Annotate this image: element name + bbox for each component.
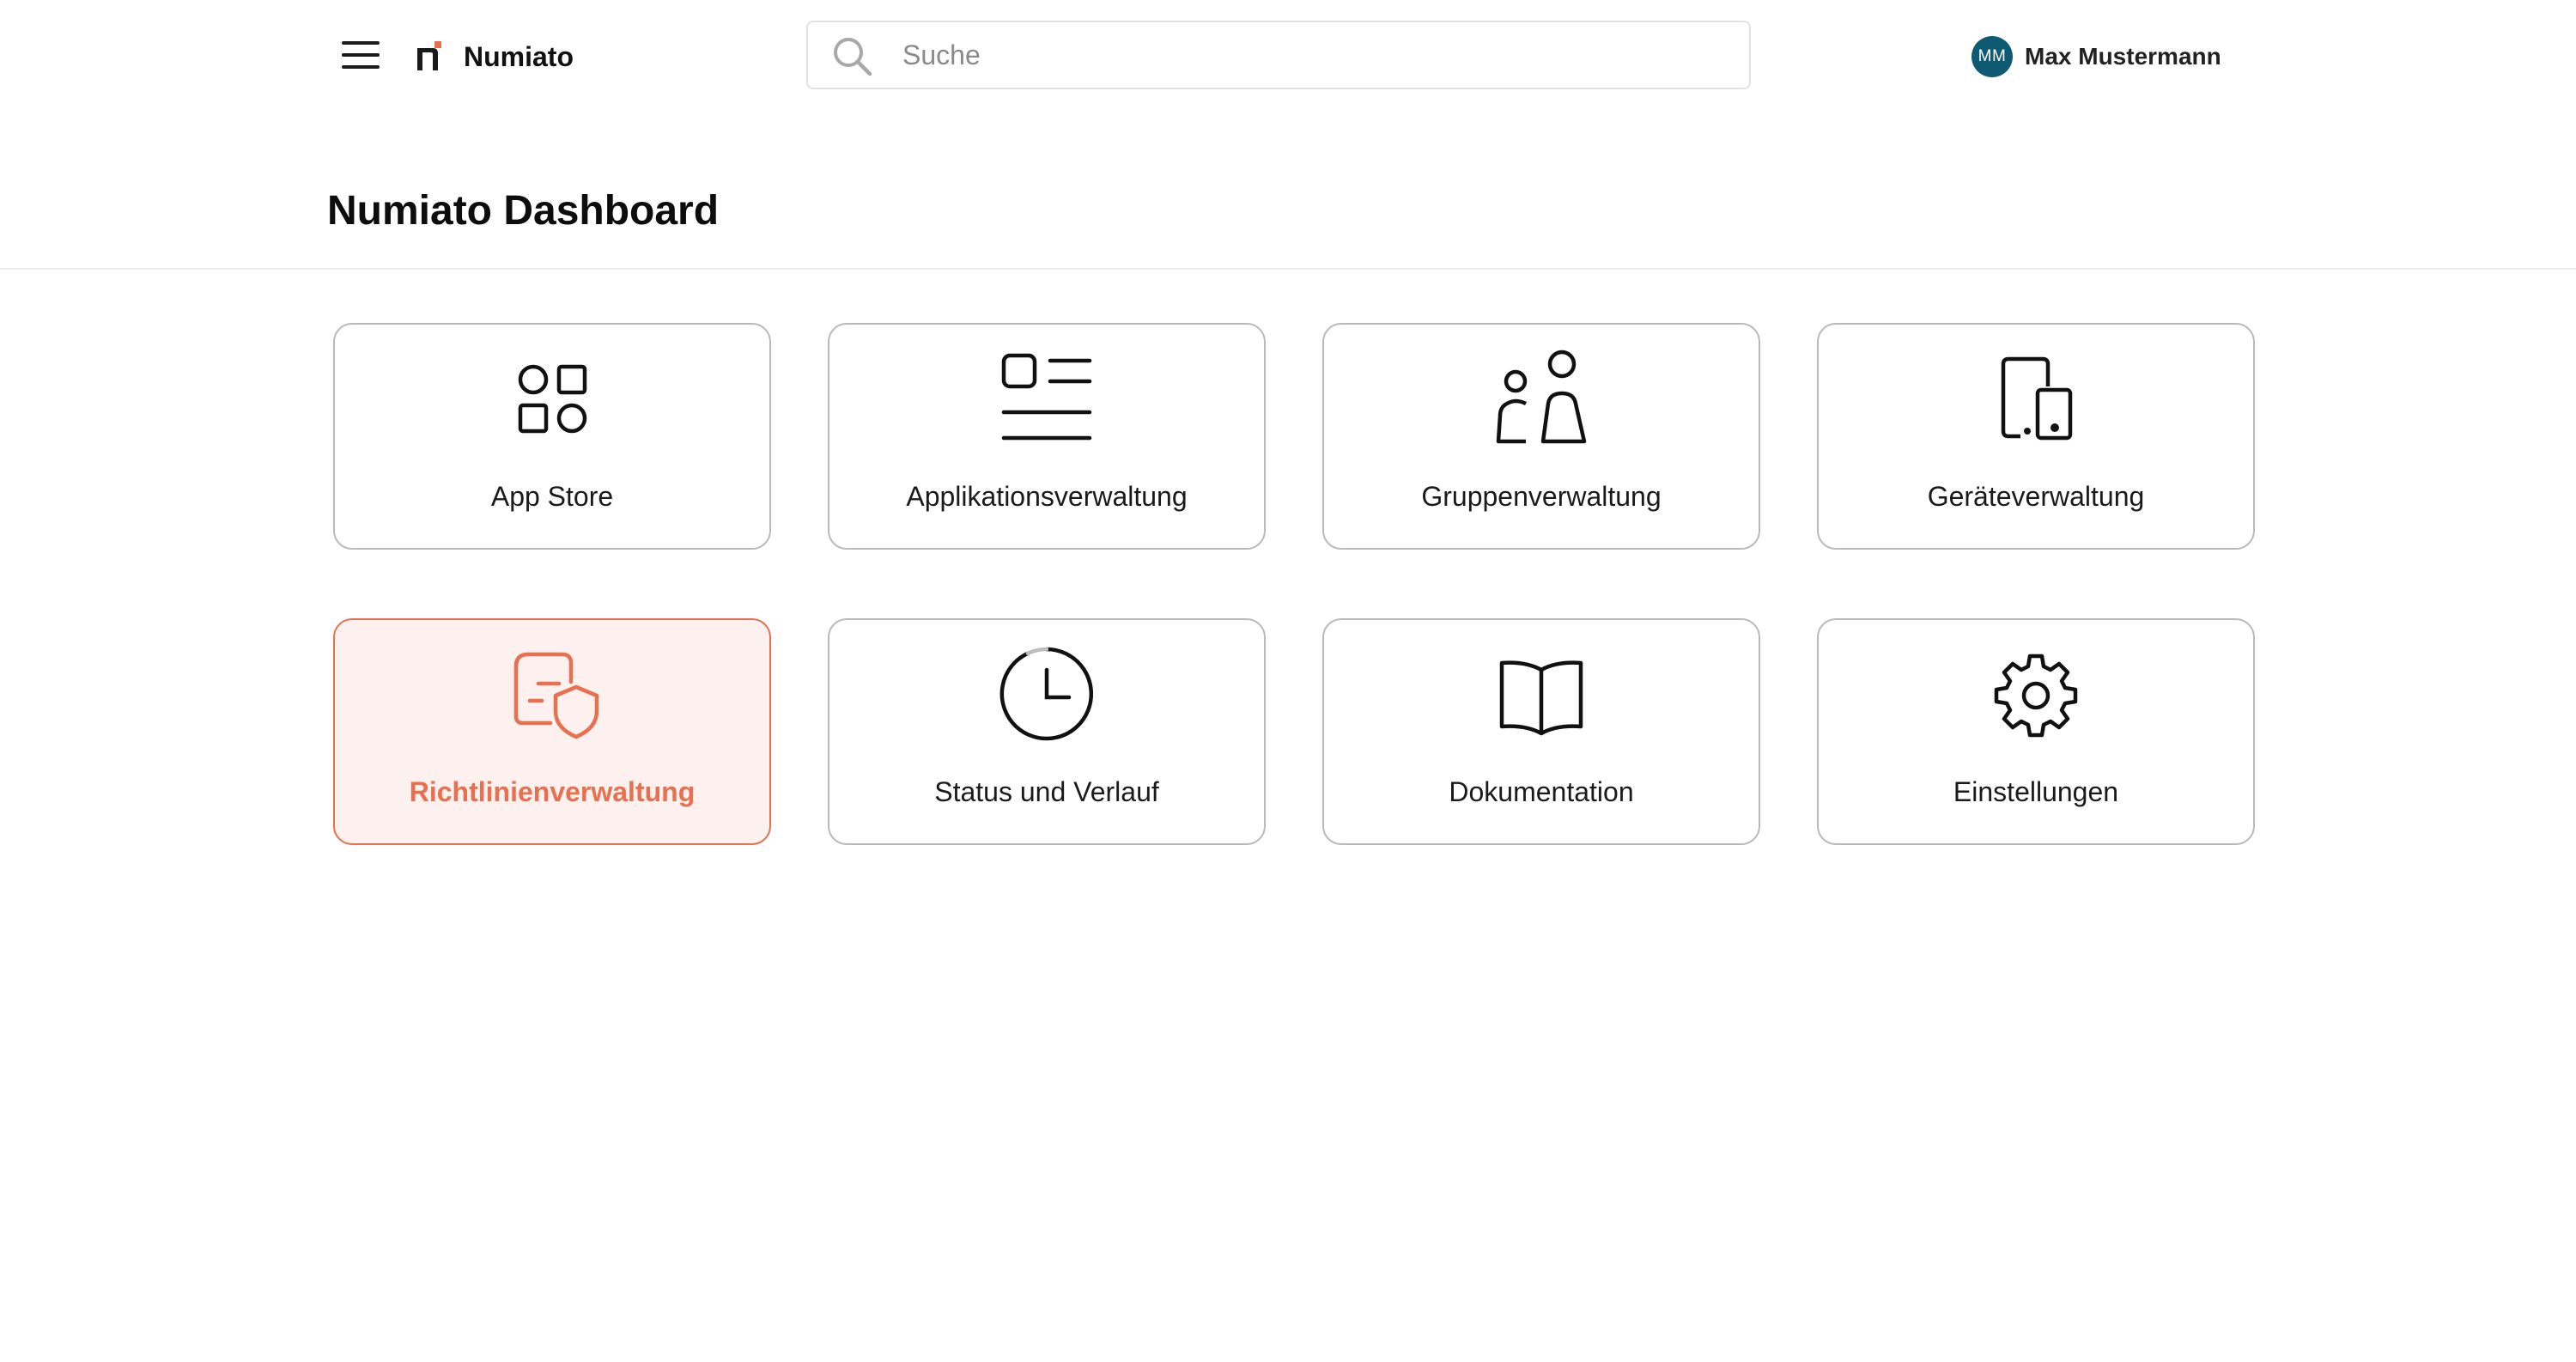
tile-app-store[interactable]: App Store bbox=[333, 323, 771, 550]
apps-grid-icon bbox=[502, 349, 602, 448]
user-menu[interactable]: MM Max Mustermann bbox=[1971, 34, 2221, 79]
clock-icon bbox=[997, 644, 1097, 744]
tile-richtlinienverwaltung[interactable]: Richtlinienverwaltung bbox=[333, 618, 771, 845]
dashboard-tiles: App Store Applikationsverwaltung Gruppen… bbox=[333, 323, 2255, 845]
gear-icon bbox=[1986, 644, 2086, 744]
search-icon bbox=[834, 38, 872, 76]
tile-label: Applikationsverwaltung bbox=[906, 481, 1188, 512]
user-name[interactable]: Max Mustermann bbox=[2025, 43, 2221, 70]
tile-label: Einstellungen bbox=[1953, 776, 2119, 807]
avatar[interactable]: MM bbox=[1971, 36, 2013, 77]
tile-label: Gruppenverwaltung bbox=[1421, 481, 1662, 512]
tile-geraeteverwaltung[interactable]: Geräteverwaltung bbox=[1817, 323, 2255, 550]
top-bar: Numiato MM Max Mustermann bbox=[0, 0, 2576, 112]
users-icon bbox=[1492, 349, 1591, 448]
tile-label: App Store bbox=[490, 481, 614, 512]
tile-label: Richtlinienverwaltung bbox=[409, 776, 696, 807]
book-icon bbox=[1492, 644, 1591, 744]
policy-shield-icon bbox=[502, 644, 602, 744]
list-icon bbox=[997, 349, 1097, 448]
search-bar[interactable] bbox=[806, 21, 1751, 89]
devices-icon bbox=[1986, 349, 2086, 448]
tile-label: Status und Verlauf bbox=[934, 776, 1159, 807]
numiato-logo-icon[interactable] bbox=[416, 40, 443, 72]
tile-applikationsverwaltung[interactable]: Applikationsverwaltung bbox=[828, 323, 1266, 550]
tile-label: Dokumentation bbox=[1449, 776, 1634, 807]
tile-label: Geräteverwaltung bbox=[1927, 481, 2145, 512]
tile-gruppenverwaltung[interactable]: Gruppenverwaltung bbox=[1322, 323, 1760, 550]
header-divider bbox=[0, 268, 2576, 270]
tile-dokumentation[interactable]: Dokumentation bbox=[1322, 618, 1760, 845]
page-title: Numiato Dashboard bbox=[327, 188, 720, 234]
hamburger-menu-icon[interactable] bbox=[340, 38, 381, 72]
brand-name[interactable]: Numiato bbox=[464, 38, 574, 76]
tile-einstellungen[interactable]: Einstellungen bbox=[1817, 618, 2255, 845]
tile-status-und-verlauf[interactable]: Status und Verlauf bbox=[828, 618, 1266, 845]
search-input[interactable] bbox=[902, 31, 1727, 79]
